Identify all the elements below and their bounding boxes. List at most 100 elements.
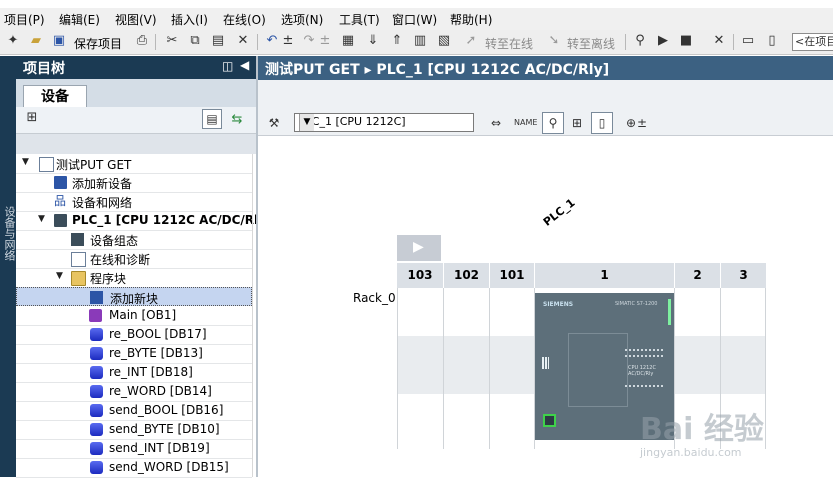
print-icon[interactable]: ⎙ (135, 34, 149, 48)
compile-icon[interactable]: ▦ (341, 34, 355, 48)
profinet-port-icon[interactable] (543, 414, 556, 427)
db-icon (90, 385, 103, 398)
tree-item-block[interactable]: send_BYTE [DB10] (16, 420, 252, 440)
grid-icon[interactable]: ⊞ (566, 112, 588, 134)
tree-item-label: 添加新块 (110, 292, 159, 306)
refresh-tree-icon[interactable]: ⇆ (230, 113, 244, 127)
save-icon[interactable]: ▣ (52, 34, 66, 48)
tree-item-block[interactable]: Main [OB1] (16, 306, 252, 326)
delete-icon[interactable]: ✕ (236, 34, 250, 48)
expand-arrow-icon[interactable]: ▼ (22, 157, 29, 167)
new-project-icon[interactable]: ✦ (6, 34, 20, 48)
go-online-icon[interactable]: ➚ (464, 34, 478, 48)
cpu-brand: SIEMENS (543, 301, 574, 308)
db-icon (90, 442, 103, 455)
device-select[interactable]: PLC_1 [CPU 1212C] ▼ (294, 113, 474, 132)
menu-project[interactable]: 项目(P) (4, 11, 45, 28)
tree-item-block[interactable]: send_INT [DB19] (16, 439, 252, 459)
go-offline-icon[interactable]: ➘ (547, 34, 561, 48)
tree-item-label: re_BYTE [DB13] (109, 346, 203, 360)
save-project-button[interactable]: 保存项目 (74, 35, 122, 52)
db-icon (90, 404, 103, 417)
details-view-icon[interactable]: ▤ (202, 109, 222, 129)
device-view-icon[interactable]: ⚒ (263, 112, 285, 134)
copy-icon[interactable]: ⧉ (188, 34, 202, 48)
menu-help[interactable]: 帮助(H) (450, 11, 492, 28)
tree-item-online-diagnostics[interactable]: 在线和诊断 (16, 249, 252, 269)
menu-tools[interactable]: 工具(T) (339, 11, 380, 28)
db-icon (90, 328, 103, 341)
upload-from-device-icon[interactable]: ▧ (437, 34, 451, 48)
tree-item-label: re_BOOL [DB17] (109, 327, 207, 341)
menu-options[interactable]: 选项(N) (281, 11, 323, 28)
tree-item-block[interactable]: re_BYTE [DB13] (16, 344, 252, 364)
redo-icon[interactable]: ↷ (302, 34, 316, 48)
tree-item-label: 测试PUT GET (56, 158, 132, 172)
main-toolbar: ✦ ▰ ▣ 保存项目 ⎙ ✂ ⧉ ▤ ✕ ↶ ± ↷ ± ▦ ⇓ ⇑ ▥ ▧ ➚… (0, 30, 833, 55)
tree-item-label: 程序块 (90, 272, 127, 286)
pin-panel-icon[interactable]: ◫ (222, 59, 233, 73)
download-to-device-icon[interactable]: ▥ (413, 34, 427, 48)
tree-item-label: 在线和诊断 (90, 253, 151, 267)
tree-item-add-block[interactable]: 添加新块 (16, 287, 252, 306)
menu-edit[interactable]: 编辑(E) (59, 11, 100, 28)
zoom-dropdown-icon[interactable]: ± (636, 112, 648, 134)
undo-icon[interactable]: ↶ (265, 34, 279, 48)
menu-online[interactable]: 在线(O) (223, 11, 266, 28)
show-name-icon[interactable]: NAME (513, 112, 537, 134)
undo-dropdown-icon[interactable]: ± (281, 34, 295, 48)
close-icon[interactable]: ✕ (712, 34, 726, 48)
start-cpu-icon[interactable]: ▶ (656, 34, 670, 48)
upload-icon[interactable]: ⇑ (390, 34, 404, 48)
tree-item-label: 添加新设备 (72, 177, 133, 191)
menu-window[interactable]: 窗口(W) (392, 11, 437, 28)
db-icon (90, 461, 103, 474)
go-online-button[interactable]: 转至在线 (485, 35, 533, 52)
db-icon (90, 347, 103, 360)
tree-item-device-config[interactable]: 设备组态 (16, 230, 252, 250)
tree-item-devices-networks[interactable]: 品 设备和网络 (16, 192, 252, 212)
tree-item-project[interactable]: ▼ 测试PUT GET (16, 154, 252, 174)
cut-icon[interactable]: ✂ (165, 34, 179, 48)
menu-view[interactable]: 视图(V) (115, 11, 157, 28)
split-vertical-icon[interactable]: ▯ (765, 34, 779, 48)
tree-item-block[interactable]: re_INT [DB18] (16, 363, 252, 383)
slot-header: 102 (444, 263, 490, 288)
go-offline-button[interactable]: 转至离线 (567, 35, 615, 52)
accessible-devices-icon[interactable]: ⚲ (633, 34, 647, 48)
watermark-logo: Bai 经验 (640, 412, 764, 447)
page-break-icon[interactable]: ▯ (591, 112, 613, 134)
tree-item-plc[interactable]: ▼ PLC_1 [CPU 1212C AC/DC/Rly] (16, 211, 271, 231)
online-diagnostics-icon (71, 252, 86, 267)
network-view-icon[interactable]: ⇔ (485, 112, 507, 134)
add-block-icon (90, 291, 103, 304)
chevron-down-icon[interactable]: ▼ (299, 114, 314, 131)
split-horizontal-icon[interactable]: ▭ (741, 34, 755, 48)
tree-item-block[interactable]: re_BOOL [DB17] (16, 325, 252, 345)
expand-rack-button[interactable]: ▶ (397, 235, 441, 261)
menu-insert[interactable]: 插入(I) (171, 11, 208, 28)
tree-item-block[interactable]: re_WORD [DB14] (16, 382, 252, 402)
tab-devices[interactable]: 设备 (23, 85, 87, 108)
new-group-icon[interactable]: ⊞ (25, 111, 39, 125)
stop-cpu-icon[interactable]: ■ (679, 34, 693, 48)
collapse-panel-icon[interactable]: ◀ (240, 58, 249, 72)
expand-arrow-icon[interactable]: ▼ (38, 214, 45, 224)
search-input[interactable]: <在项目 (792, 33, 833, 51)
devices-networks-side-tab[interactable]: 设备与网络 (1, 206, 16, 261)
paste-icon[interactable]: ▤ (211, 34, 225, 48)
expand-arrow-icon[interactable]: ▼ (56, 271, 63, 281)
tree-item-block[interactable]: send_BOOL [DB16] (16, 401, 252, 421)
open-project-icon[interactable]: ▰ (29, 34, 43, 48)
download-icon[interactable]: ⇓ (366, 34, 380, 48)
cpu-spec: CPU 1212C AC/DC/Rly (628, 365, 656, 377)
project-tree-title: 项目树 (23, 61, 65, 77)
tree-item-add-device[interactable]: 添加新设备 (16, 173, 252, 193)
editor-title-bar: 测试PUT GET ▸ PLC_1 [CPU 1212C AC/DC/Rly] (258, 56, 833, 80)
slot-divider (397, 288, 398, 449)
redo-dropdown-icon[interactable]: ± (318, 34, 332, 48)
show-modules-icon[interactable]: ⚲ (542, 112, 564, 134)
tree-item-program-blocks[interactable]: ▼ 程序块 (16, 268, 252, 288)
status-led-strip (668, 299, 671, 325)
tree-item-block[interactable]: send_WORD [DB15] (16, 458, 252, 478)
